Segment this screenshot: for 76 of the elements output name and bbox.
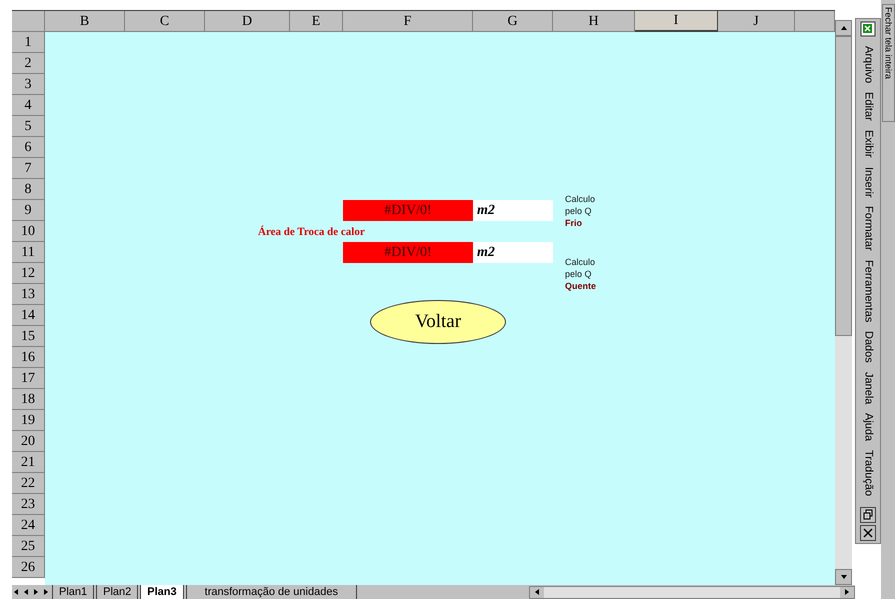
row-header[interactable]: 15 bbox=[12, 326, 45, 347]
column-header[interactable]: E bbox=[290, 11, 343, 32]
horizontal-scrollbar[interactable] bbox=[528, 586, 855, 598]
row-header[interactable]: 5 bbox=[12, 116, 45, 137]
previous-sheet-icon[interactable] bbox=[22, 588, 30, 596]
scroll-left-icon[interactable] bbox=[532, 588, 541, 596]
row-header[interactable]: 20 bbox=[12, 431, 45, 452]
column-header[interactable]: D bbox=[205, 11, 290, 32]
sheet-tab[interactable]: Plan3 bbox=[140, 585, 184, 599]
column-header[interactable]: H bbox=[553, 11, 635, 32]
sheet-tab[interactable]: Plan2 bbox=[96, 585, 138, 599]
first-sheet-icon[interactable] bbox=[12, 588, 20, 596]
next-sheet-icon[interactable] bbox=[32, 588, 40, 596]
row-header[interactable]: 12 bbox=[12, 263, 45, 284]
row-header[interactable]: 14 bbox=[12, 305, 45, 326]
row-header[interactable]: 21 bbox=[12, 452, 45, 473]
row-header[interactable]: 17 bbox=[12, 368, 45, 389]
note-text: Calculo bbox=[565, 256, 596, 268]
row-header[interactable]: 16 bbox=[12, 347, 45, 368]
column-header[interactable]: C bbox=[125, 11, 205, 32]
restore-window-icon[interactable] bbox=[860, 506, 876, 523]
fullscreen-toolbar[interactable]: Fechar tela inteira bbox=[882, 4, 894, 122]
menu-item[interactable]: Editar bbox=[860, 92, 876, 122]
row-header[interactable]: 24 bbox=[12, 515, 45, 536]
scroll-down-icon[interactable] bbox=[840, 573, 848, 581]
menu-item[interactable]: Exibir bbox=[860, 130, 876, 158]
sheet-tab[interactable]: Plan1 bbox=[52, 585, 94, 599]
row-header[interactable]: 13 bbox=[12, 284, 45, 305]
back-button[interactable]: Voltar bbox=[370, 300, 506, 344]
unit-cell: m2 bbox=[473, 242, 553, 263]
row-header[interactable]: 2 bbox=[12, 53, 45, 74]
close-icon[interactable] bbox=[860, 524, 876, 541]
row-header[interactable]: 4 bbox=[12, 95, 45, 116]
spreadsheet-icon[interactable] bbox=[860, 21, 876, 37]
menu-item[interactable]: Inserir bbox=[860, 166, 876, 198]
row-header[interactable]: 7 bbox=[12, 158, 45, 179]
error-value-cell: #DIV/0! bbox=[343, 242, 473, 263]
vertical-scrollbar[interactable] bbox=[835, 20, 852, 585]
row-header[interactable]: 6 bbox=[12, 137, 45, 158]
column-header[interactable]: B bbox=[45, 11, 125, 32]
menu-item[interactable]: Janela bbox=[860, 372, 876, 404]
column-header[interactable]: J bbox=[718, 11, 795, 32]
last-sheet-icon[interactable] bbox=[42, 588, 50, 596]
menu-item[interactable]: Arquivo bbox=[860, 46, 876, 84]
row-header[interactable]: 9 bbox=[12, 200, 45, 221]
scroll-up-icon[interactable] bbox=[840, 24, 848, 32]
row-header[interactable]: 1 bbox=[12, 32, 45, 53]
sheet-tab[interactable]: transformação de unidades bbox=[186, 585, 357, 599]
row-header[interactable]: 11 bbox=[12, 242, 45, 263]
row-header[interactable]: 19 bbox=[12, 410, 45, 431]
scroll-right-icon[interactable] bbox=[843, 588, 851, 596]
note-text: pelo Q bbox=[565, 268, 593, 280]
menu-item[interactable]: Formatar bbox=[860, 206, 876, 251]
row-header[interactable]: 3 bbox=[12, 74, 45, 95]
note-emphasis: Quente bbox=[565, 280, 598, 292]
row-header[interactable]: 18 bbox=[12, 389, 45, 410]
menu-item[interactable]: Tradução bbox=[860, 450, 876, 497]
row-header[interactable]: 26 bbox=[12, 557, 45, 578]
heading-label: Área de Troca de calor bbox=[258, 224, 365, 238]
note-text: pelo Q bbox=[565, 204, 593, 216]
scrollbar-thumb[interactable] bbox=[835, 36, 852, 336]
column-header[interactable]: I bbox=[635, 11, 718, 32]
column-header[interactable]: F bbox=[343, 11, 473, 32]
row-header[interactable]: 8 bbox=[12, 179, 45, 200]
unit-cell: m2 bbox=[473, 200, 553, 221]
menu-item[interactable]: Ferramentas bbox=[860, 260, 876, 322]
row-header[interactable]: 25 bbox=[12, 536, 45, 557]
row-header[interactable]: 10 bbox=[12, 221, 45, 242]
menu-item[interactable]: Dados bbox=[860, 331, 876, 363]
row-header[interactable]: 22 bbox=[12, 473, 45, 494]
note-emphasis: Frio bbox=[565, 216, 583, 228]
row-header[interactable]: 23 bbox=[12, 494, 45, 515]
menu-item[interactable]: Ajuda bbox=[860, 413, 876, 442]
error-value-cell: #DIV/0! bbox=[343, 200, 473, 221]
note-text: Calculo bbox=[565, 192, 596, 204]
column-header[interactable]: G bbox=[473, 11, 553, 32]
